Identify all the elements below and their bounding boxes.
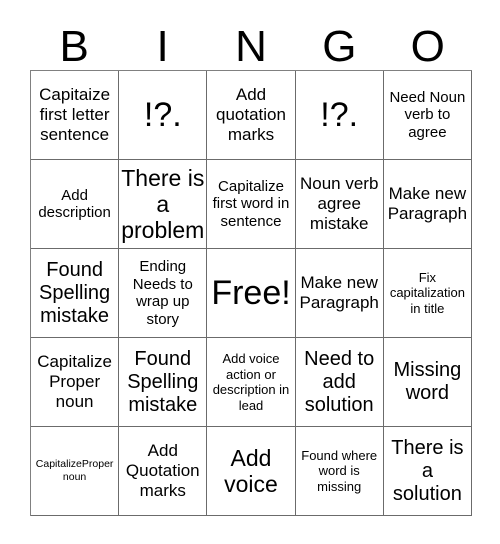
bingo-cell-r5c4[interactable]: Found where word is missing <box>295 427 384 516</box>
bingo-cell-label: Need to add solution <box>304 347 375 416</box>
bingo-cell-r4c4[interactable]: Need to add solution <box>295 338 384 427</box>
bingo-cell-label: There is a problem <box>121 165 205 243</box>
bingo-free-space-label: Free! <box>211 273 291 312</box>
bingo-header-letter-i: I <box>156 22 169 71</box>
bingo-cell-r1c1[interactable]: Capitaize first letter sentence <box>31 71 120 160</box>
bingo-cell-r2c1[interactable]: Add description <box>31 160 120 249</box>
bingo-cell-r1c3[interactable]: Add quotation marks <box>207 71 296 160</box>
bingo-cell-r5c3[interactable]: Add voice <box>207 427 296 516</box>
bingo-cell-r4c3[interactable]: Add voice action or description in lead <box>207 338 296 427</box>
bingo-cell-r2c3[interactable]: Capitalize first word in sentence <box>207 160 296 249</box>
bingo-cell-label: Noun verb agree mistake <box>299 174 379 233</box>
bingo-cell-r3c4[interactable]: Make new Paragraph <box>295 249 384 338</box>
bingo-cell-label: Add voice action or description in lead <box>212 351 290 413</box>
bingo-cell-r5c2[interactable]: Add Quotation marks <box>119 427 208 516</box>
bingo-cell-label: Found Spelling mistake <box>39 258 111 327</box>
bingo-header-letter-o: O <box>410 22 445 71</box>
bingo-cell-label: Add description <box>38 186 111 222</box>
bingo-cell-r4c5[interactable]: Missing word <box>383 338 472 427</box>
bingo-cell-label: CapitalizeProper noun <box>35 458 114 483</box>
bingo-cell-r1c2[interactable]: !?. <box>119 71 208 160</box>
bingo-cell-label: Add Quotation marks <box>125 441 200 500</box>
bingo-cell-label: Capitalize Proper noun <box>37 352 112 411</box>
bingo-cell-r2c2[interactable]: There is a problem <box>119 160 208 249</box>
bingo-cell-label: Fix capitalization in title <box>389 269 465 316</box>
bingo-cell-label: !?. <box>143 95 182 134</box>
bingo-header-letter-n: N <box>235 22 267 71</box>
bingo-cell-label: Make new Paragraph <box>387 184 468 223</box>
bingo-cell-label: Add voice <box>224 445 278 497</box>
bingo-cell-label: Capitalize first word in sentence <box>212 177 290 230</box>
bingo-cell-label: Missing word <box>393 359 462 404</box>
bingo-cell-r4c1[interactable]: Capitalize Proper noun <box>31 338 120 427</box>
bingo-grid: Capitaize first letter sentence !?. Add … <box>30 70 472 516</box>
bingo-cell-label: Capitaize first letter sentence <box>39 85 111 144</box>
bingo-cell-r1c5[interactable]: Need Noun verb to agree <box>383 71 472 160</box>
bingo-header-row: B I N G O <box>30 14 472 70</box>
bingo-header-letter-b: B <box>59 22 89 71</box>
bingo-card: B I N G O Capitaize first letter sentenc… <box>0 0 500 544</box>
bingo-cell-label: Ending Needs to wrap up story <box>132 258 193 328</box>
bingo-cell-r5c1[interactable]: CapitalizeProper noun <box>31 427 120 516</box>
bingo-cell-r2c5[interactable]: Make new Paragraph <box>383 160 472 249</box>
bingo-cell-r3c1[interactable]: Found Spelling mistake <box>31 249 120 338</box>
bingo-cell-label: Found where word is missing <box>301 447 378 494</box>
bingo-header-letter-g: G <box>322 22 357 71</box>
bingo-cell-label: There is a solution <box>391 436 464 505</box>
bingo-cell-free-space[interactable]: Free! <box>207 249 296 338</box>
bingo-cell-r5c5[interactable]: There is a solution <box>383 427 472 516</box>
bingo-cell-r2c4[interactable]: Noun verb agree mistake <box>295 160 384 249</box>
bingo-cell-label: Add quotation marks <box>216 85 286 144</box>
bingo-cell-r3c5[interactable]: Fix capitalization in title <box>383 249 472 338</box>
bingo-cell-r3c2[interactable]: Ending Needs to wrap up story <box>119 249 208 338</box>
bingo-cell-r1c4[interactable]: !?. <box>295 71 384 160</box>
bingo-cell-r4c2[interactable]: Found Spelling mistake <box>119 338 208 427</box>
bingo-cell-label: Need Noun verb to agree <box>389 88 466 141</box>
bingo-cell-label: !?. <box>320 95 359 134</box>
bingo-cell-label: Make new Paragraph <box>299 273 379 312</box>
bingo-cell-label: Found Spelling mistake <box>127 347 199 416</box>
